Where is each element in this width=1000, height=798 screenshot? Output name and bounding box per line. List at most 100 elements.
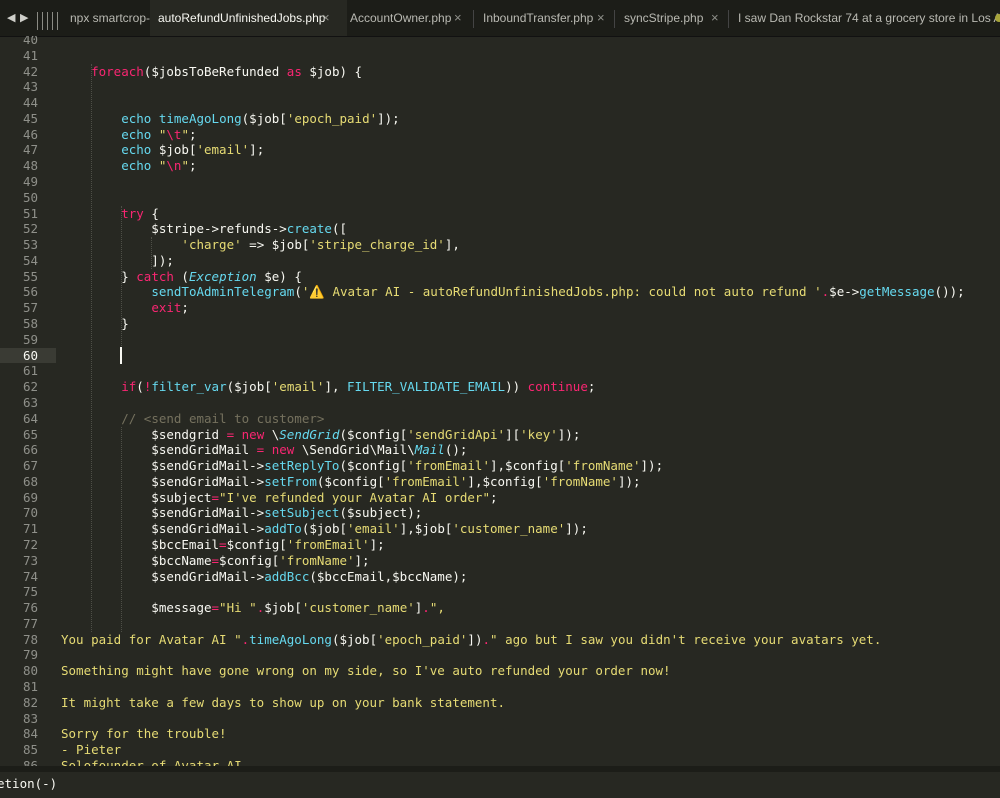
code-token: ( (136, 379, 144, 395)
code-line[interactable]: $sendgrid = new \SendGrid($config['sendG… (61, 427, 580, 443)
tab-label: npx smartcrop-c (70, 11, 157, 25)
code-token: ], (324, 379, 348, 395)
tab-close-icon[interactable]: × (322, 0, 330, 36)
code-line[interactable]: $sendGridMail->setSubject($subject); (61, 505, 422, 521)
line-number: 64 (22, 410, 38, 426)
code-token: $config[ (226, 536, 287, 552)
code-token: $bccEmail (61, 536, 220, 552)
code-line[interactable]: } (61, 316, 129, 332)
code-token: $message (61, 600, 212, 616)
code-token: 'epoch_paid' (377, 631, 468, 647)
code-token: \n (166, 158, 182, 174)
line-number: 62 (22, 379, 38, 395)
code-token: getMessage (859, 284, 935, 300)
line-number: 46 (22, 126, 38, 142)
code-token: = (211, 489, 220, 505)
code-token: foreach (91, 63, 144, 79)
line-number: 42 (22, 63, 38, 79)
code-line[interactable]: } catch (Exception $e) { (61, 269, 302, 285)
code-token: $stripe->refunds-> (61, 221, 287, 237)
code-token: 'sendGridApi' (407, 426, 506, 442)
code-token: ($job[ (241, 110, 287, 126)
code-token: Solofounder of Avatar AI (61, 757, 242, 766)
code-token: 'fromEmail' (407, 458, 490, 474)
code-token: sendToAdminTelegram (151, 284, 295, 300)
code-line[interactable]: It might take a few days to show up on y… (61, 695, 505, 711)
code-line[interactable]: echo "\t"; (61, 127, 196, 143)
code-line[interactable]: $bccName=$config['fromName']; (61, 553, 369, 569)
code-token: ]); (377, 110, 400, 126)
code-line[interactable]: Sorry for the trouble! (61, 726, 227, 742)
code-token: $job[ (264, 600, 302, 616)
tab-close-icon[interactable]: × (454, 0, 462, 36)
code-token: FILTER_VALIDATE_EMAIL (347, 379, 506, 395)
code-line[interactable]: $message="Hi ".$job['customer_name'].", (61, 600, 445, 616)
code-line[interactable]: You paid for Avatar AI ". timeAgoLong($jo… (61, 632, 881, 648)
code-line[interactable]: // <send email to customer> (61, 411, 324, 427)
code-token: 'fromEmail' (286, 536, 370, 552)
line-number: 75 (22, 584, 38, 600)
line-number: 60 (22, 347, 38, 363)
code-line[interactable]: if(!filter_var($job['email'], FILTER_VAL… (61, 379, 595, 395)
code-token: = (219, 536, 227, 552)
code-line[interactable]: sendToAdminTelegram('⚠️ Avatar AI - auto… (61, 284, 964, 300)
code-token: ][ (505, 426, 521, 442)
tab-5[interactable]: I saw Dan Rockstar 74 at a grocery store… (730, 0, 1000, 36)
tab-3[interactable]: InboundTransfer.php × (475, 0, 622, 36)
code-line[interactable]: $subject="I've refunded your Avatar AI o… (61, 489, 498, 506)
tab-bar: ◀ ▶ npx smartcrop-c autoRefundUnfinishedJ… (0, 0, 1000, 37)
tab-separator (614, 10, 615, 28)
code-line[interactable]: $stripe->refunds->create([ (61, 221, 347, 237)
code-line[interactable]: echo timeAgoLong($job['epoch_paid']); (61, 110, 400, 127)
code-line[interactable]: Something might have gone wrong on my si… (61, 663, 671, 679)
code-line[interactable]: foreach($jobsToBeRefunded as $job) { (61, 64, 362, 80)
line-number: 61 (22, 363, 38, 379)
code-token: ]); (617, 473, 641, 489)
code-line[interactable]: exit; (61, 300, 189, 316)
code-token: 'customer_name' (452, 521, 566, 537)
indent-guide (121, 426, 122, 632)
code-line[interactable]: $sendGridMail->setFrom($config['fromEmai… (61, 473, 641, 490)
tab-close-icon[interactable]: × (711, 0, 719, 36)
code-line[interactable]: echo "\n"; (61, 158, 196, 174)
code-line[interactable]: ]); (61, 253, 174, 269)
line-number: 84 (22, 726, 38, 742)
indent-guide (91, 63, 92, 632)
line-number: 47 (22, 142, 38, 158)
code-token: . (422, 600, 430, 616)
code-token: setSubject (264, 505, 340, 521)
code-token: } (61, 316, 129, 332)
indent-guide (121, 205, 122, 348)
code-line[interactable]: $sendGridMail->setReplyTo($config['fromE… (61, 458, 663, 474)
code-token: ( (294, 284, 302, 300)
tab-0[interactable]: npx smartcrop-c (62, 0, 158, 36)
tab-1[interactable]: autoRefundUnfinishedJobs.php × (150, 0, 347, 36)
tab-list-icon[interactable] (37, 0, 59, 36)
line-number: 50 (22, 189, 38, 205)
indent-guide (151, 237, 152, 269)
code-line[interactable]: $sendGridMail->addTo($job['email'],$job[… (61, 521, 588, 537)
forward-arrow-icon[interactable]: ▶ (20, 11, 28, 24)
line-number: 76 (22, 600, 38, 616)
code-token: ]) (467, 631, 483, 647)
output-panel[interactable]: etion(-) (0, 772, 1000, 798)
code-line[interactable]: $bccEmail=$config['fromEmail']; (61, 536, 384, 553)
tab-4[interactable]: syncStripe.php × (616, 0, 736, 36)
code-line[interactable]: Solofounder of Avatar AI (61, 758, 242, 766)
code-token: 'email' (196, 142, 250, 158)
line-number: 56 (22, 284, 38, 300)
tab-2[interactable]: AccountOwner.php × (342, 0, 479, 36)
code-editor[interactable]: 40 41 42 foreach($jobsToBeRefunded as $job… (0, 36, 1000, 766)
line-number: 69 (22, 489, 38, 505)
code-line[interactable]: - Pieter (61, 742, 121, 758)
line-number: 74 (22, 568, 38, 584)
code-token: ($subject); (339, 505, 423, 521)
code-token: ; (489, 489, 498, 505)
code-line[interactable]: try { (61, 206, 159, 222)
tab-close-icon[interactable]: × (597, 0, 605, 36)
code-token: ($job[ (301, 521, 347, 537)
code-token: filter_var (151, 379, 227, 395)
back-arrow-icon[interactable]: ◀ (7, 11, 15, 24)
